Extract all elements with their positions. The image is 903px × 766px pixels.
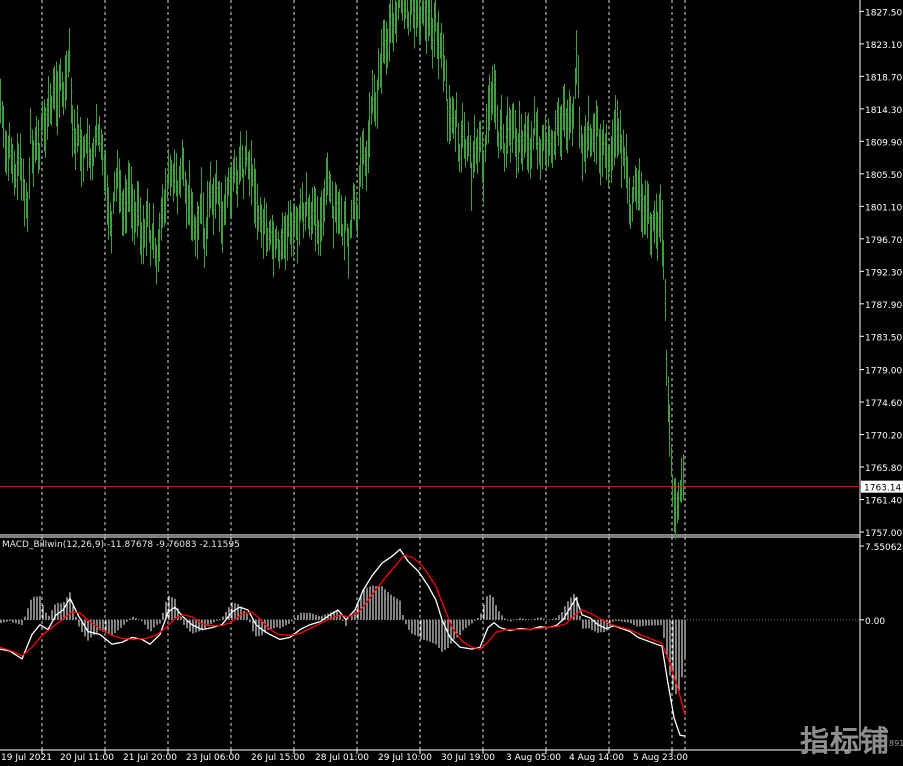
price-axis-label: 1792.30 [865, 268, 902, 278]
macd-indicator-label: MACD_Billwin(12,26,9) -11.87678 -9.76083… [2, 540, 240, 550]
price-axis-label: 1765.80 [865, 464, 902, 474]
macd-line [0, 548, 686, 737]
price-axis-label: 1801.10 [865, 203, 902, 213]
price-chart-svg[interactable]: 1827.50 1823.10 1818.70 1814.30 1809.90 1805.… [0, 0, 903, 763]
time-axis-label: 19 Jul 2021 [1, 753, 52, 762]
price-axis-label: 1787.90 [865, 301, 902, 311]
price-axis-label: 1783.50 [865, 333, 902, 343]
price-axis-label: 1823.10 [865, 41, 902, 51]
time-axis: 19 Jul 2021 20 Jul 11:00 21 Jul 20:00 23 Ju… [1, 750, 688, 763]
time-axis-label: 5 Aug 23:00 [633, 753, 688, 762]
watermark-tail: 8911 [889, 739, 903, 748]
time-axis-label: 28 Jul 01:00 [315, 753, 369, 762]
indicator-axis-label: 0.00 [865, 617, 885, 627]
price-axis-label: 1757.00 [865, 529, 902, 539]
price-axis-label: 1814.30 [865, 106, 902, 116]
watermark-logo: 指标铺 [800, 718, 890, 760]
price-axis: 1827.50 1823.10 1818.70 1814.30 1809.90 1805.… [860, 8, 902, 539]
price-axis-label: 1805.50 [865, 171, 902, 181]
indicator-axis-label: 7.55062 [865, 543, 902, 553]
price-axis-label: 1779.00 [865, 367, 902, 377]
price-axis-label: 1796.70 [865, 236, 902, 246]
price-axis-label: 1774.60 [865, 399, 902, 409]
price-axis-label: 1770.20 [865, 432, 902, 442]
time-axis-label: 30 Jul 19:00 [441, 753, 495, 762]
price-axis-label: 1809.90 [865, 138, 902, 148]
price-axis-label: 1827.50 [865, 8, 902, 18]
signal-line [0, 554, 686, 716]
time-axis-label: 29 Jul 10:00 [378, 753, 432, 762]
mt4-chart-window[interactable]: 1827.50 1823.10 1818.70 1814.30 1809.90 1805.… [0, 0, 903, 763]
time-axis-label: 21 Jul 20:00 [123, 753, 177, 762]
time-axis-label: 4 Aug 14:00 [569, 753, 624, 762]
ohlc-bars [0, 0, 685, 540]
macd-histogram [0, 585, 686, 695]
time-axis-label: 3 Aug 05:00 [506, 753, 561, 762]
time-axis-label: 23 Jul 06:00 [186, 753, 240, 762]
price-axis-label: 1818.70 [865, 73, 902, 83]
time-axis-label: 26 Jul 15:00 [251, 753, 305, 762]
time-axis-label: 20 Jul 11:00 [60, 753, 114, 762]
current-price-label: 1763.14 [864, 484, 901, 494]
price-axis-label: 1761.40 [865, 497, 902, 507]
watermark-text: 指标铺 [799, 724, 890, 758]
